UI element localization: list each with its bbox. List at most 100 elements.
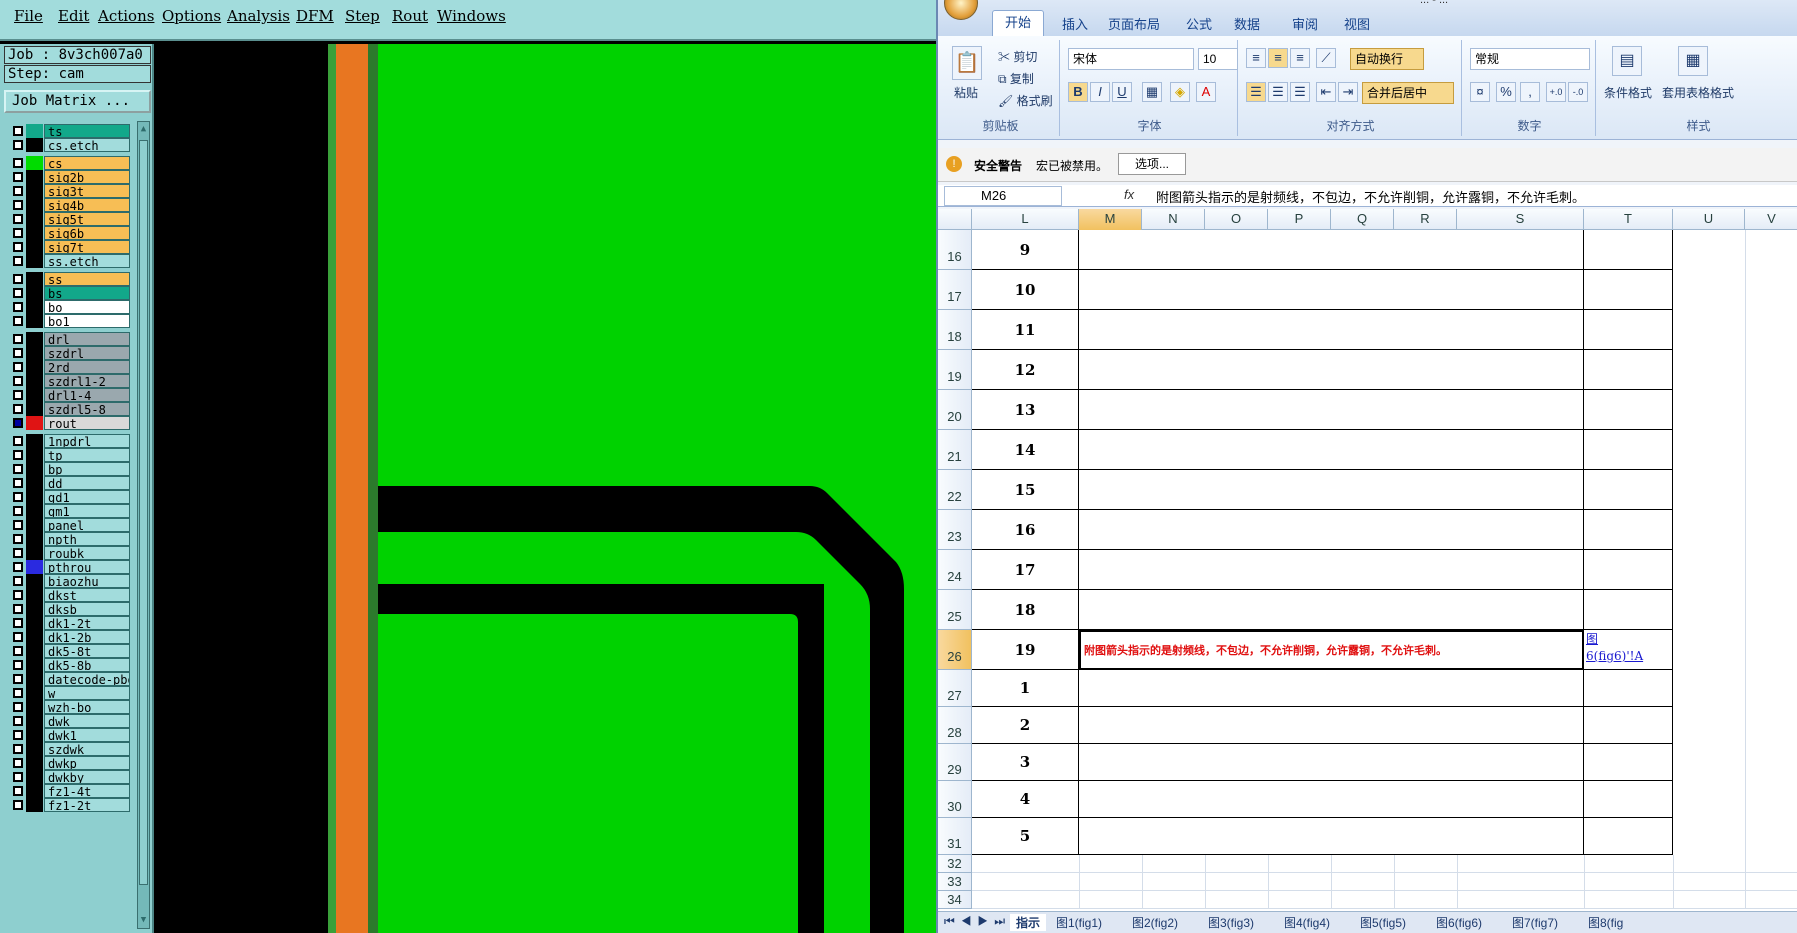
layer-row[interactable]: gm1: [6, 504, 130, 518]
layer-checkbox[interactable]: [13, 302, 23, 312]
link-cell[interactable]: [1584, 818, 1673, 855]
font-color-icon[interactable]: A: [1196, 82, 1216, 102]
select-all-corner[interactable]: [938, 209, 972, 230]
layer-color-swatch[interactable]: [26, 462, 43, 476]
layer-color-swatch[interactable]: [26, 346, 43, 360]
layer-row[interactable]: cs.etch: [6, 138, 130, 152]
column-header[interactable]: R: [1394, 209, 1457, 230]
number-cell[interactable]: 11: [972, 310, 1079, 350]
layer-row[interactable]: datecode-pbo: [6, 672, 130, 686]
menu-actions[interactable]: Actions: [98, 7, 154, 25]
layer-color-swatch[interactable]: [26, 138, 43, 152]
column-header[interactable]: U: [1673, 209, 1745, 230]
link-cell[interactable]: [1584, 550, 1673, 590]
layer-color-swatch[interactable]: [26, 630, 43, 644]
layer-row[interactable]: drl: [6, 332, 130, 346]
column-header[interactable]: T: [1584, 209, 1673, 230]
scroll-up-icon[interactable]: ▲: [138, 123, 149, 136]
office-button-icon[interactable]: [944, 0, 978, 20]
row-header[interactable]: 18: [938, 310, 972, 350]
menu-options[interactable]: Options: [162, 7, 221, 25]
merged-cell[interactable]: [1079, 744, 1584, 781]
layer-row[interactable]: rout: [6, 416, 130, 430]
layer-row[interactable]: 2rd: [6, 360, 130, 374]
layer-color-swatch[interactable]: [26, 574, 43, 588]
layer-checkbox[interactable]: [13, 126, 23, 136]
tab-page-layout[interactable]: 页面布局: [1108, 14, 1160, 33]
merged-cell[interactable]: [1079, 781, 1584, 818]
sheet-tab[interactable]: 图1(fig1): [1056, 914, 1102, 931]
layer-color-swatch[interactable]: [26, 170, 43, 184]
layer-color-swatch[interactable]: [26, 532, 43, 546]
column-header[interactable]: V: [1745, 209, 1797, 230]
number-cell[interactable]: 17: [972, 550, 1079, 590]
name-box[interactable]: M26: [944, 186, 1062, 206]
link-cell[interactable]: [1584, 230, 1673, 270]
layer-checkbox[interactable]: [13, 674, 23, 684]
worksheet-grid[interactable]: L M N O P Q R S T U V 16 9 17 10 18 11 19 12 20 13 21 14 22 15 23…: [938, 209, 1797, 911]
paste-button[interactable]: 粘贴: [954, 84, 978, 101]
layer-checkbox[interactable]: [13, 436, 23, 446]
number-cell[interactable]: 16: [972, 510, 1079, 550]
row-header[interactable]: 33: [938, 873, 972, 891]
layer-row[interactable]: bp: [6, 462, 130, 476]
column-header[interactable]: Q: [1331, 209, 1394, 230]
layer-checkbox[interactable]: [13, 492, 23, 502]
layer-checkbox[interactable]: [13, 520, 23, 530]
merged-cell[interactable]: [1079, 470, 1584, 510]
layer-color-swatch[interactable]: [26, 728, 43, 742]
column-header[interactable]: O: [1205, 209, 1268, 230]
layer-checkbox[interactable]: [13, 390, 23, 400]
layer-row[interactable]: npth: [6, 532, 130, 546]
column-header[interactable]: S: [1457, 209, 1584, 230]
layer-row[interactable]: ts: [6, 124, 130, 138]
merged-cell[interactable]: [1079, 350, 1584, 390]
row-header[interactable]: 20: [938, 390, 972, 430]
layer-row[interactable]: dksb: [6, 602, 130, 616]
layer-row[interactable]: dwk: [6, 714, 130, 728]
decrease-decimal-icon[interactable]: -.0: [1568, 82, 1588, 102]
tab-view[interactable]: 视图: [1344, 14, 1370, 33]
align-left-icon[interactable]: ☰: [1246, 82, 1266, 102]
row-header[interactable]: 29: [938, 744, 972, 781]
layer-row[interactable]: szdwk: [6, 742, 130, 756]
menu-dfm[interactable]: DFM: [296, 7, 334, 25]
tab-data[interactable]: 数据: [1234, 14, 1260, 33]
layer-row[interactable]: sig7t: [6, 240, 130, 254]
layer-row[interactable]: ss: [6, 272, 130, 286]
layer-row[interactable]: dk5-8t: [6, 644, 130, 658]
currency-icon[interactable]: ¤: [1470, 82, 1490, 102]
layer-checkbox[interactable]: [13, 464, 23, 474]
layer-checkbox[interactable]: [13, 618, 23, 628]
link-cell[interactable]: [1584, 781, 1673, 818]
number-cell[interactable]: 3: [972, 744, 1079, 781]
layer-checkbox[interactable]: [13, 590, 23, 600]
merged-cell[interactable]: 附图箭头指示的是射频线，不包边，不允许削铜，允许露铜，不允许毛刺。: [1079, 630, 1584, 670]
sheet-tab[interactable]: 图3(fig3): [1208, 914, 1254, 931]
layer-checkbox[interactable]: [13, 418, 23, 428]
layer-checkbox[interactable]: [13, 506, 23, 516]
column-header[interactable]: N: [1142, 209, 1205, 230]
layer-row[interactable]: sig4b: [6, 198, 130, 212]
row-header[interactable]: 16: [938, 230, 972, 270]
wrap-text-button[interactable]: 自动换行: [1350, 48, 1424, 70]
layer-color-swatch[interactable]: [26, 416, 43, 430]
layer-color-swatch[interactable]: [26, 644, 43, 658]
paste-icon[interactable]: 📋: [952, 46, 982, 80]
number-cell[interactable]: 14: [972, 430, 1079, 470]
percent-icon[interactable]: %: [1496, 82, 1516, 102]
number-cell[interactable]: 12: [972, 350, 1079, 390]
row-header[interactable]: 32: [938, 855, 972, 873]
layer-row[interactable]: dk1-2b: [6, 630, 130, 644]
link-cell[interactable]: 图 6(fig6)'!A: [1584, 630, 1673, 670]
border-icon[interactable]: ▦: [1142, 82, 1162, 102]
layer-row[interactable]: w: [6, 686, 130, 700]
number-cell[interactable]: 10: [972, 270, 1079, 310]
sheet-tab[interactable]: 图2(fig2): [1132, 914, 1178, 931]
layer-checkbox[interactable]: [13, 256, 23, 266]
orientation-icon[interactable]: ⟋: [1316, 48, 1336, 68]
tab-formulas[interactable]: 公式: [1186, 14, 1212, 33]
layer-checkbox[interactable]: [13, 140, 23, 150]
layer-row[interactable]: sig2b: [6, 170, 130, 184]
layer-checkbox[interactable]: [13, 172, 23, 182]
